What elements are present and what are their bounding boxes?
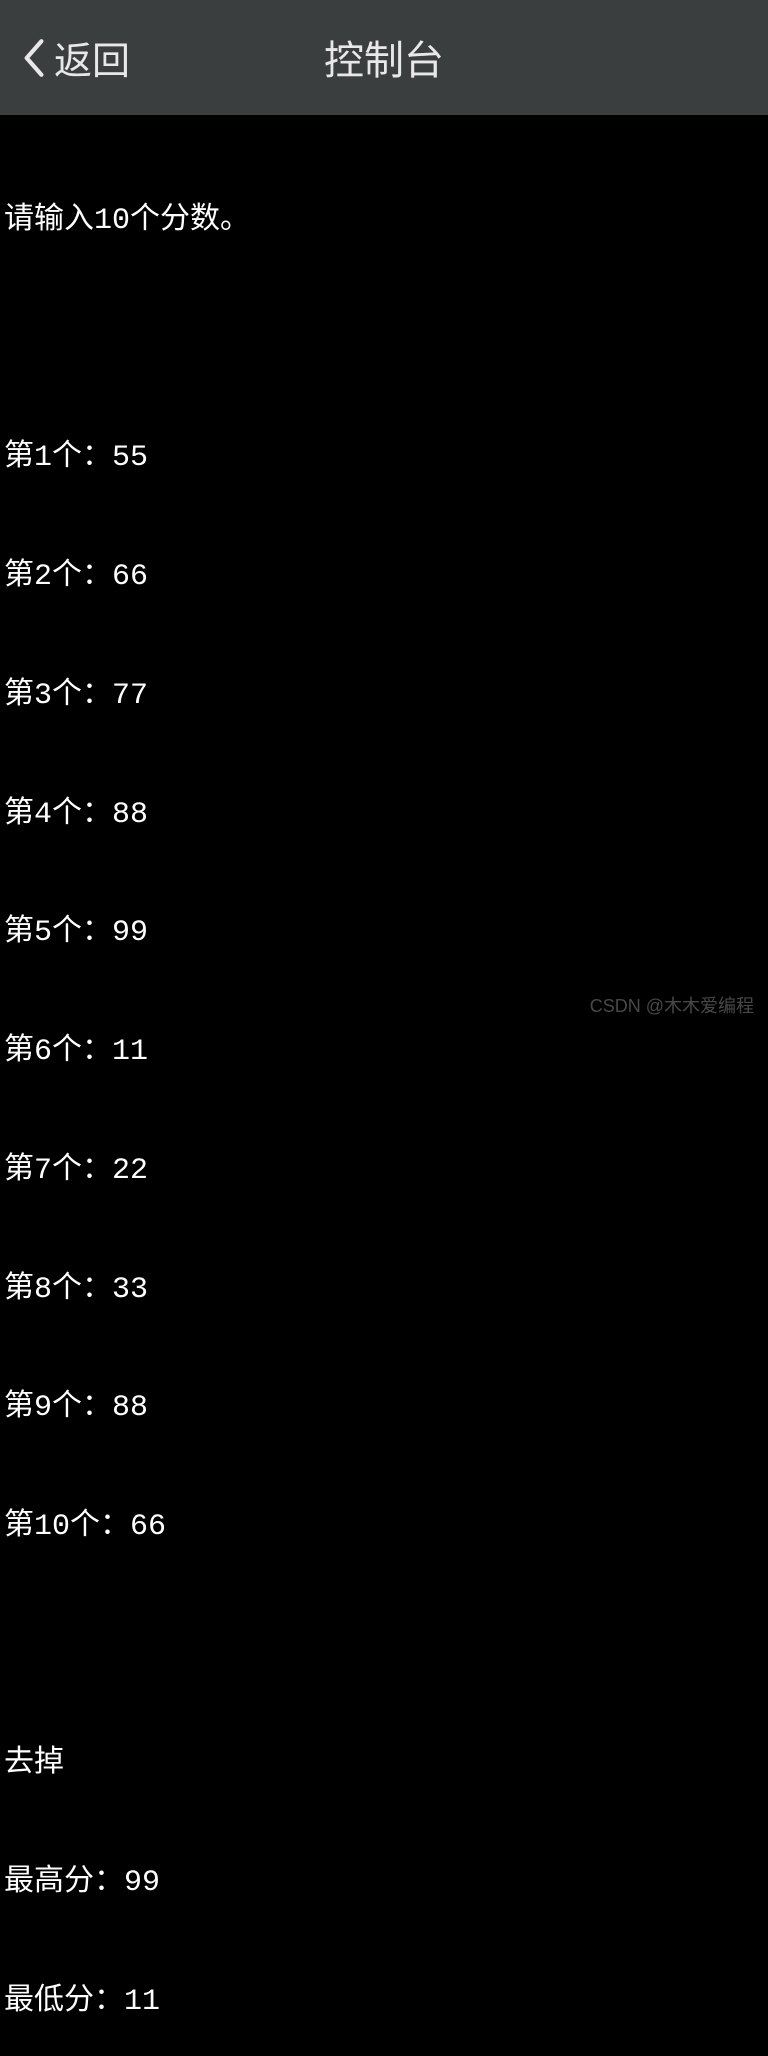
blank-line	[4, 321, 764, 360]
entry-line: 第7个：22	[4, 1152, 764, 1192]
watermark: CSDN @木木爱编程	[590, 992, 754, 1018]
entry-line: 第10个：66	[4, 1508, 764, 1548]
entry-line: 第4个：88	[4, 796, 764, 836]
entry-line: 第5个：99	[4, 914, 764, 954]
back-button[interactable]: 返回	[20, 30, 130, 86]
entry-line: 第2个：66	[4, 558, 764, 598]
prompt-line: 请输入10个分数。	[4, 202, 764, 242]
page-title: 控制台	[324, 28, 444, 87]
blank-line	[4, 1627, 764, 1666]
entry-line: 第3个：77	[4, 677, 764, 717]
back-label: 返回	[54, 30, 130, 86]
entry-line: 第6个：11	[4, 1033, 764, 1073]
entry-line: 第1个：55	[4, 439, 764, 479]
entry-line: 第9个：88	[4, 1389, 764, 1429]
entry-line: 第8个：33	[4, 1271, 764, 1311]
remove-label: 去掉	[4, 1745, 764, 1785]
header-bar: 返回 控制台	[0, 0, 768, 115]
chevron-left-icon	[20, 37, 46, 79]
max-line: 最高分：99	[4, 1864, 764, 1904]
min-line: 最低分：11	[4, 1983, 764, 2023]
console-output[interactable]: 请输入10个分数。 第1个：55 第2个：66 第3个：77 第4个：88 第5…	[0, 115, 768, 2056]
